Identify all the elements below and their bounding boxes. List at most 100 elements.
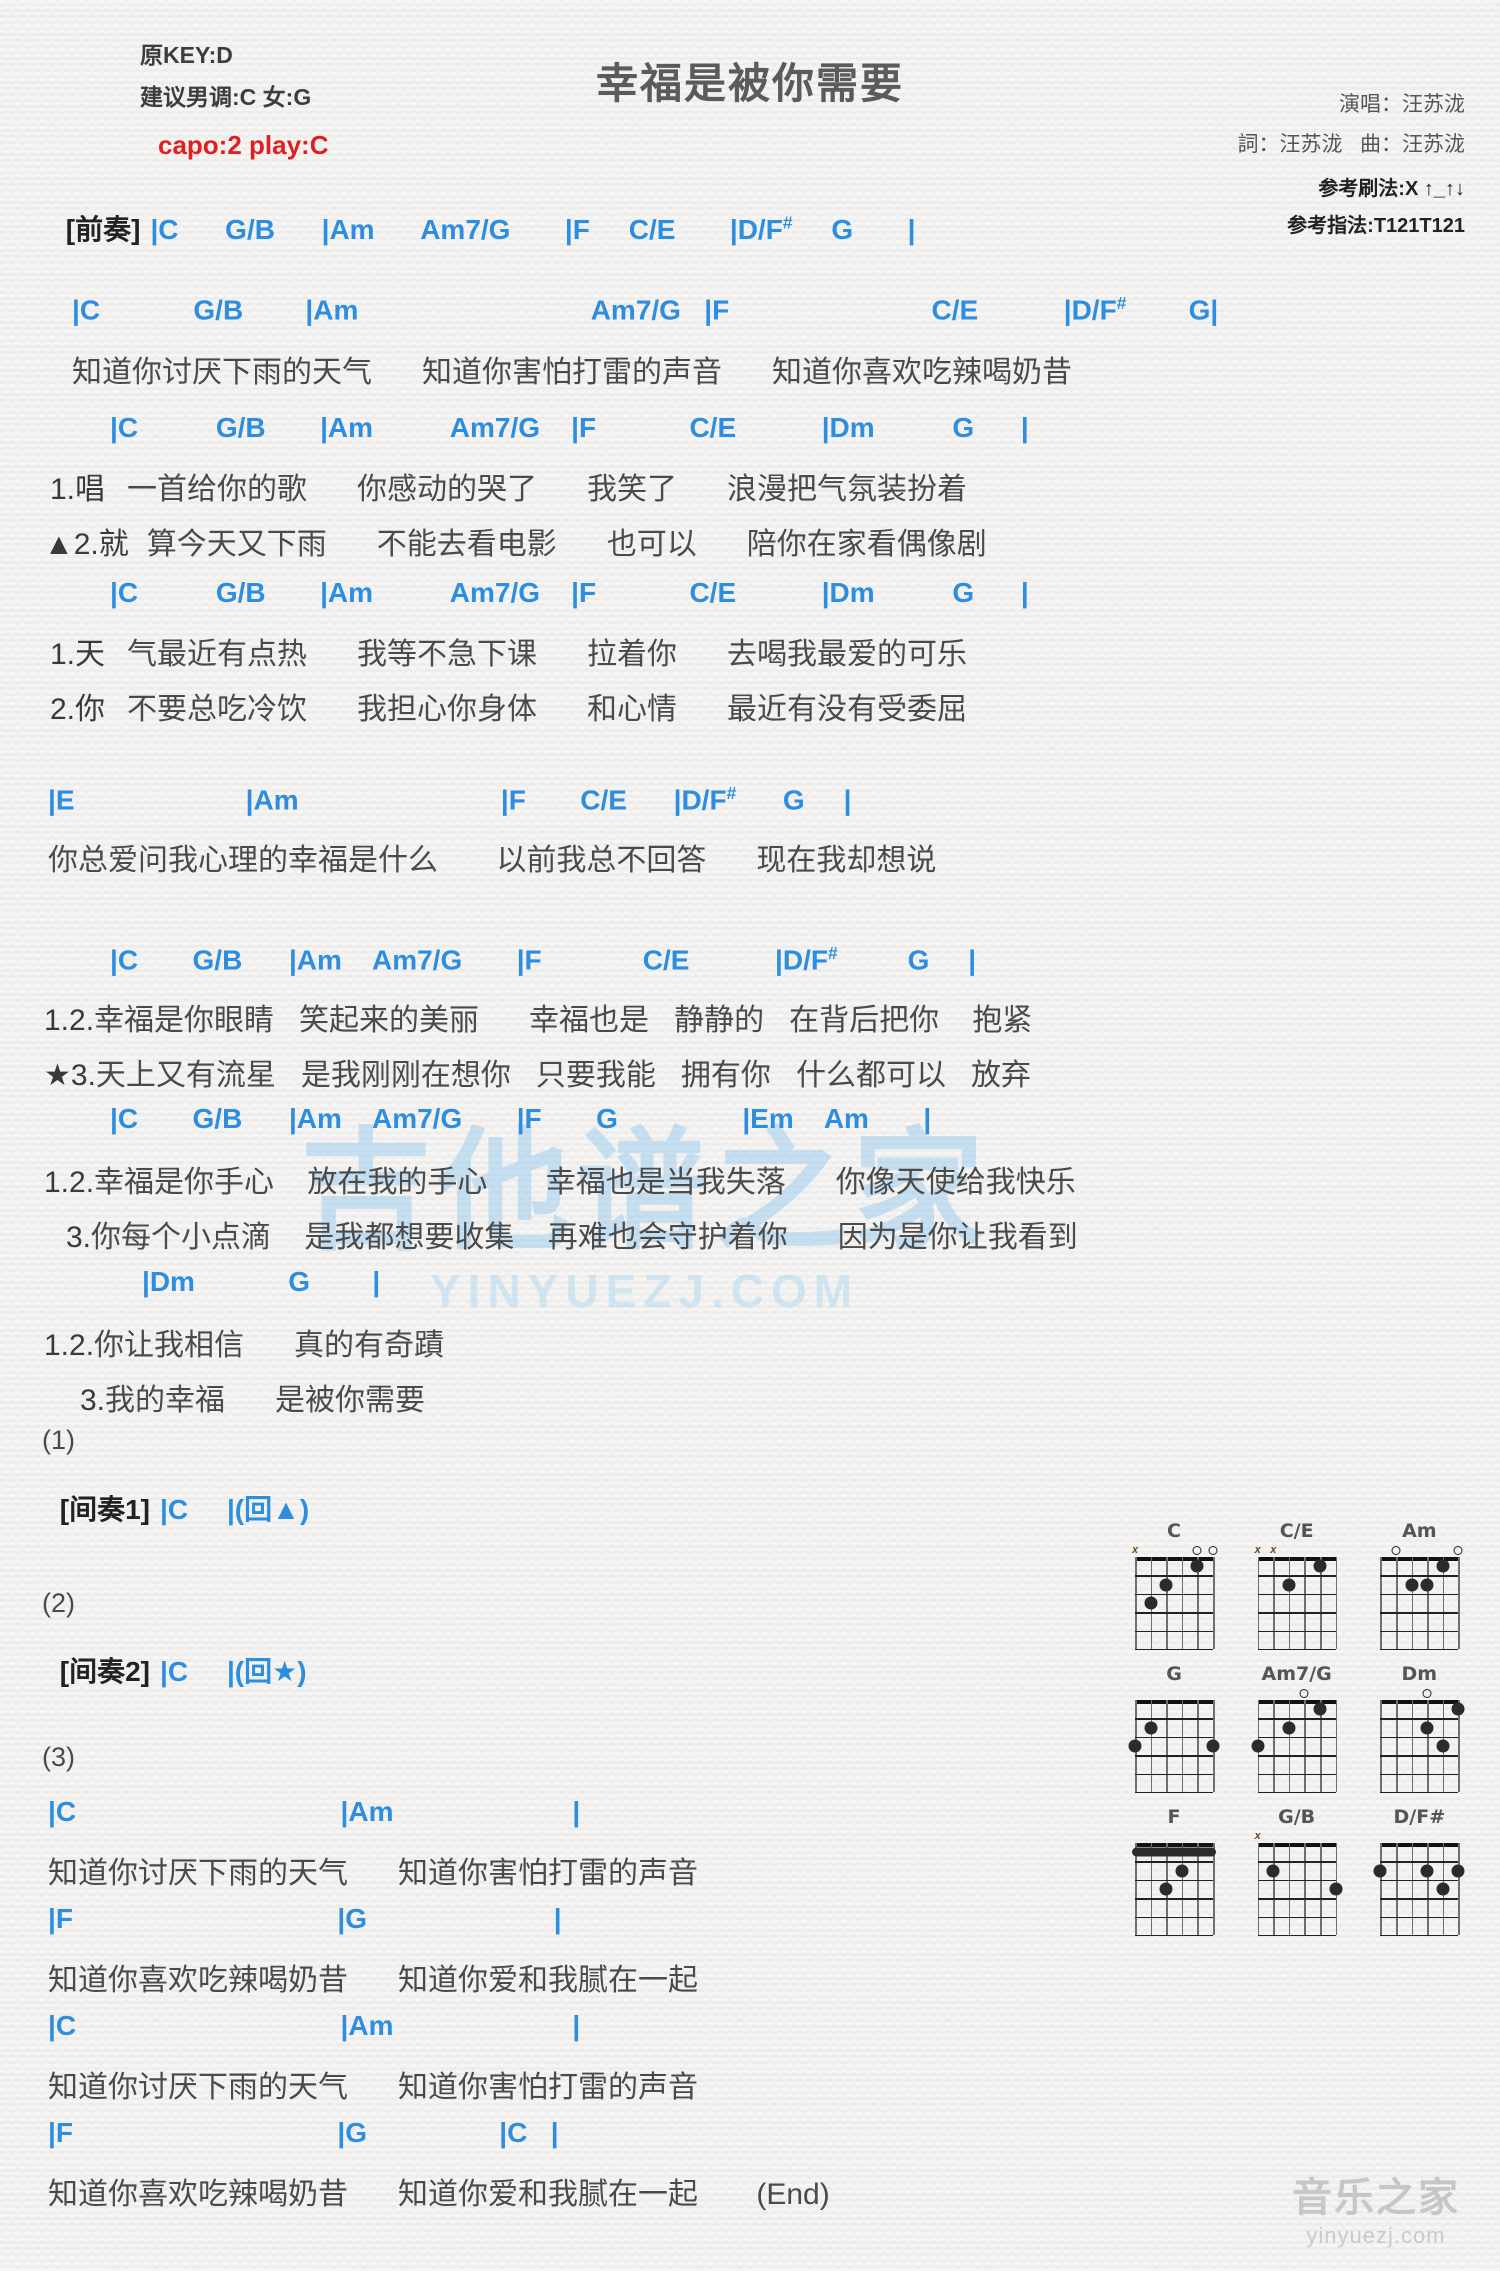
fret-line [1257,1718,1336,1720]
chord-line-chorus-tag: |Dm G | [142,1266,381,1297]
lyric-line-verse-intro-1: 知道你讨厌下雨的天气 知道你害怕打雷的声音 知道你喜欢吃辣喝奶昔 [72,356,1073,389]
lyric-text: 你让我相信 真的有奇蹟 [94,1329,445,1362]
chord-diagram-name: G/B [1278,1806,1316,1828]
finger-dot [1251,1739,1265,1753]
chord-open-mute-markers [1380,1829,1458,1843]
string-line [1273,1557,1275,1649]
chord-fretboard [1380,1700,1465,1794]
lyric-prefix: 3. [80,1384,106,1417]
string-line [1273,1700,1275,1792]
string-line [1427,1557,1429,1649]
string-line [1304,1700,1307,1792]
lyric-line-chorus-tag-2: 3.我的幸福 是被你需要 [80,1375,425,1419]
chord-line-outro-2: |F |G | [48,1903,562,1934]
barre-bar [1132,1847,1216,1857]
fret-line [1257,1773,1336,1775]
chord-fretboard [1132,1843,1216,1937]
lyric-line-outro-1: 知道你讨厌下雨的天气 知道你害怕打雷的声音 [48,1857,699,1890]
capo-label: capo:2 play:C [158,130,329,160]
chord-line-chorus-2: |C G/B |Am Am7/G |F G |Em Am | [110,1103,932,1134]
chord-open-mute-markers [1258,1686,1336,1700]
lyric-line-outro-2: 知道你喜欢吃辣喝奶昔 知道你爱和我腻在一起 [48,1964,699,1997]
chord-line-chorus-1: |C G/B |Am Am7/G |F C/E |D/F# G | [110,943,977,976]
finger-dot [1313,1702,1327,1716]
fret-line [1380,1612,1459,1614]
lyric-prefix: 1.天 [50,638,106,671]
string-line [1411,1700,1414,1792]
lyric-line-verse-1a-1: 1.唱 一首给你的歌 你感动的哭了 我笑了 浪漫把气氛装扮着 [50,464,967,508]
chord-open-mute-markers: x [1255,1829,1336,1843]
string-line [1380,1843,1382,1935]
fret-line [1135,1575,1213,1577]
finger-dot [1144,1596,1158,1610]
chord-open-mute-markers [1135,1829,1213,1843]
fret-line [1257,1612,1336,1614]
open-string-icon [1208,1546,1218,1555]
lyric-text: 一首给你的歌 你感动的哭了 我笑了 浪漫把气氛装扮着 [127,473,968,506]
fret-line [1135,1898,1213,1900]
chord-fretboard [1380,1557,1460,1651]
lyric-text: 我的幸福 是被你需要 [105,1384,426,1417]
muted-string-icon: x [1270,1544,1277,1556]
chord-line-verse-1a: |C G/B |Am Am7/G |F C/E |Dm G | [110,412,1029,443]
chord-diagram-c-e: C/E x x [1241,1520,1353,1651]
string-line [1411,1557,1414,1649]
fret-line [1257,1593,1336,1596]
open-string-icon [1422,1689,1432,1698]
chord-open-mute-markers: xx [1255,1543,1336,1557]
interlude-chords-1: |C |(回▲) [160,1494,310,1525]
string-line [1213,1843,1215,1935]
lyric-line-chorus-2-1: 1.2.幸福是你手心 放在我的手心 幸福也是当我失落 你像天使给我快乐 [44,1157,1076,1201]
finger-dot [1159,1578,1173,1592]
lyric-line-chorus-1-1: 1.2.幸福是你眼睛 笑起来的美丽 幸福也是 静静的 在背后把你 抱紧 [44,995,1032,1039]
chord-diagram-f: F [1118,1806,1230,1937]
string-line [1335,1700,1338,1792]
lyric-text: 幸福是你眼睛 笑起来的美丽 幸福也是 静静的 在背后把你 抱紧 [94,1004,1033,1037]
chord-open-mute-markers [1380,1543,1463,1557]
prelude-label: [前奏] [65,214,141,245]
chord-diagram-g-b: G/B x [1241,1806,1353,1937]
string-line [1288,1557,1291,1649]
string-line [1181,1700,1184,1792]
nut [1257,1843,1336,1847]
finger-dot [1128,1739,1142,1753]
lyric-text: 幸福是你手心 放在我的手心 幸福也是当我失落 你像天使给我快乐 [94,1166,1076,1199]
string-line [1427,1843,1429,1935]
chord-line-outro-4: |F |G |C | [48,2117,559,2148]
interlude-label-2: [间奏2] [59,1656,151,1687]
chord-diagram-name: C/E [1279,1520,1314,1542]
finger-dot [1190,1559,1204,1573]
interlude-marker-2: (2) [42,1588,75,1618]
fret-line [1380,1630,1459,1632]
string-line [1150,1843,1153,1935]
string-line [1304,1843,1307,1935]
string-line [1411,1843,1414,1935]
string-line [1150,1700,1153,1792]
string-line [1288,1700,1291,1792]
chord-line-outro-1: |C |Am | [48,1796,581,1827]
string-line [1380,1557,1382,1649]
fret-line [1135,1792,1213,1794]
strumming-label: 参考刷法:X ↑_↑↓ [1318,178,1465,200]
fret-line [1135,1593,1213,1596]
fret-line [1135,1861,1213,1863]
interlude-row-2: [间奏2] |C |(回★) [42,1632,307,1708]
finger-dot [1282,1721,1296,1735]
finger-dot [1373,1864,1387,1878]
lyric-line-outro-4: 知道你喜欢吃辣喝奶昔 知道你爱和我腻在一起 (End) [48,2178,830,2211]
fret-line [1135,1612,1213,1614]
fret-line [1380,1935,1459,1937]
lyric-line-outro-3: 知道你讨厌下雨的天气 知道你害怕打雷的声音 [48,2071,699,2104]
string-line [1458,1843,1460,1935]
fret-line [1135,1935,1213,1937]
finger-dot [1420,1578,1434,1592]
string-line [1320,1843,1322,1935]
string-line [1181,1557,1184,1649]
lyric-prefix: 1.2. [44,1166,95,1199]
string-line [1395,1700,1398,1792]
open-string-icon [1299,1689,1309,1698]
fret-line [1257,1792,1336,1794]
chord-line-outro-3: |C |Am | [48,2010,581,2041]
string-line [1257,1843,1260,1935]
chord-diagram-name: Am [1402,1520,1437,1542]
